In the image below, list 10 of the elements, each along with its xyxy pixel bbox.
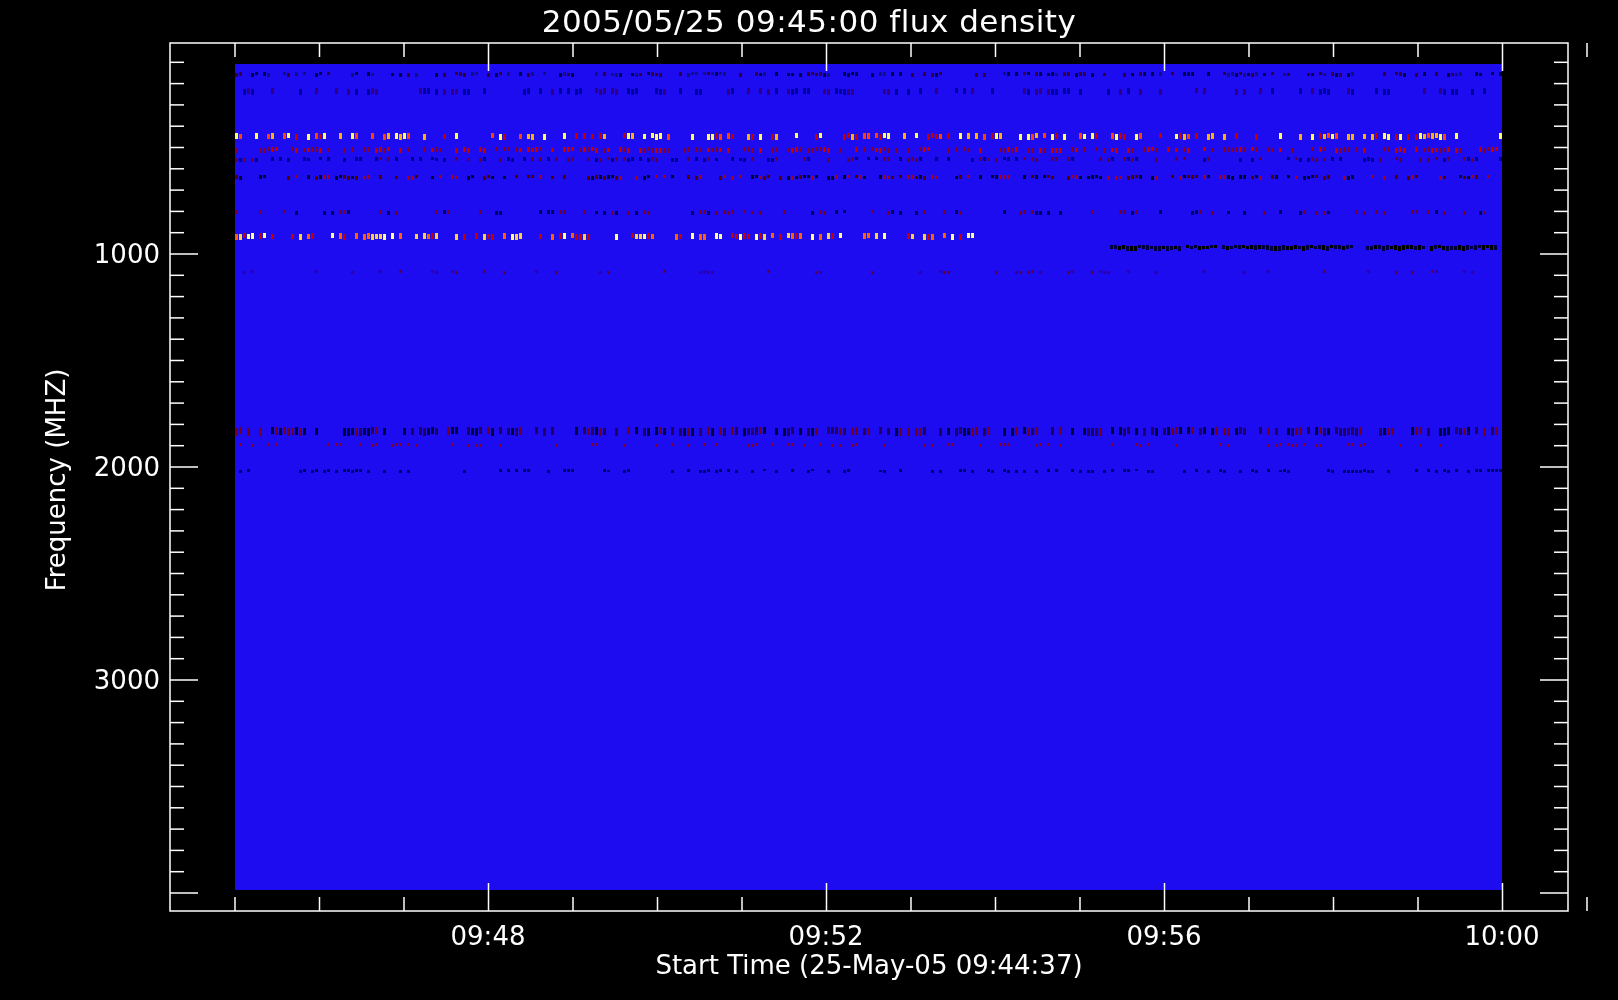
plot-title: 2005/05/25 09:45:00 flux density xyxy=(541,2,1077,41)
x-tick-label: 09:56 xyxy=(1126,921,1202,951)
x-axis-label: Start Time (25-May-05 09:44:37) xyxy=(655,950,1083,980)
y-tick-label: 2000 xyxy=(93,452,160,482)
y-tick-label: 3000 xyxy=(93,665,160,695)
y-axis-label: Frequency (MHZ) xyxy=(41,368,71,592)
x-tick-label: 09:48 xyxy=(450,921,526,951)
x-tick-label: 09:52 xyxy=(788,921,864,951)
x-tick-label: 10:00 xyxy=(1464,921,1540,951)
y-tick-label: 1000 xyxy=(93,239,160,269)
